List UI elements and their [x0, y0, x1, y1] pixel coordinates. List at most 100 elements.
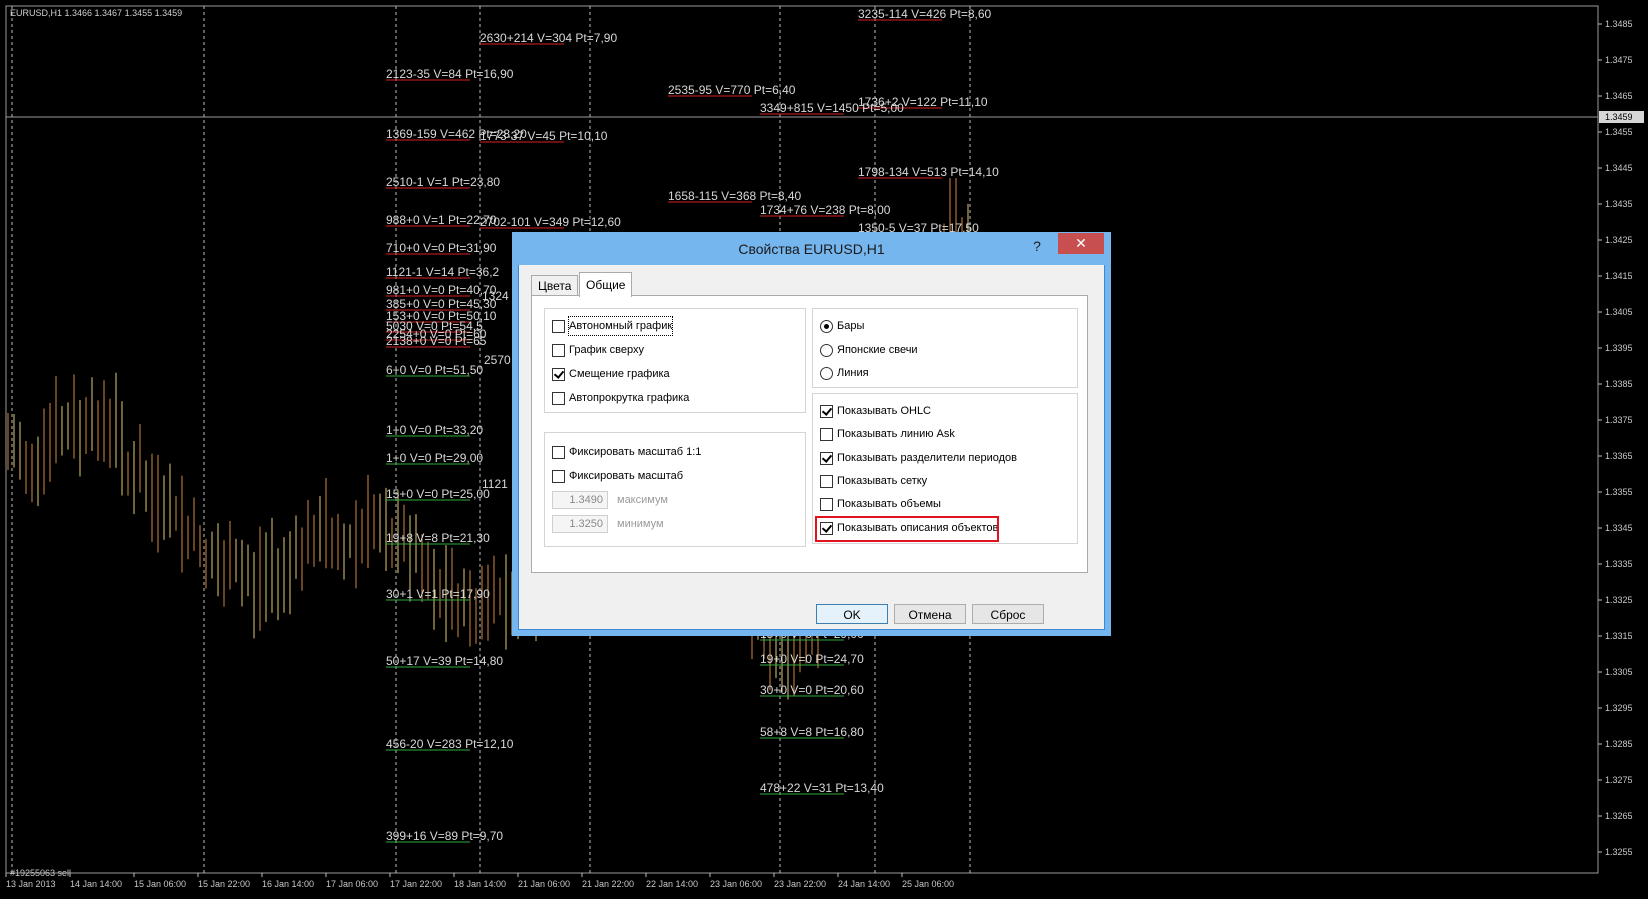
price-tick-label: 1.3295 — [1605, 703, 1633, 713]
sell-annotation-label: 3349+815 V=1450 Pt=5,00 — [760, 101, 904, 115]
autoscroll-checkbox[interactable] — [552, 392, 565, 405]
price-tick-label: 1.3285 — [1605, 739, 1633, 749]
sell-annotation-label: 2535-95 V=770 Pt=6,40 — [668, 83, 796, 97]
show-ohlc-label: Показывать OHLC — [837, 405, 932, 417]
chart-shift-checkbox[interactable] — [552, 368, 565, 381]
time-tick-label: 17 Jan 22:00 — [390, 879, 442, 889]
chart-type-candles-radio[interactable] — [820, 344, 833, 357]
help-icon[interactable]: ? — [1024, 236, 1050, 256]
price-tick-label: 1.3375 — [1605, 415, 1633, 425]
time-tick-label: 25 Jan 06:00 — [902, 879, 954, 889]
buy-annotation-label: 6+0 V=0 Pt=51,50 — [386, 363, 483, 377]
chart-type-bars-radio[interactable] — [820, 320, 833, 333]
time-tick-label: 22 Jan 14:00 — [646, 879, 698, 889]
time-tick-label: 16 Jan 14:00 — [262, 879, 314, 889]
chart-footer-label: #19255063 sell — [10, 868, 71, 878]
sell-annotation-label: 2630+214 V=304 Pt=7,90 — [480, 31, 617, 45]
current-price-label: 1.3459 — [1605, 112, 1633, 122]
time-tick-label: 24 Jan 14:00 — [838, 879, 890, 889]
dialog-title: Свойства EURUSD,H1 — [738, 241, 885, 257]
price-tick-label: 1.3305 — [1605, 667, 1633, 677]
dialog-titlebar[interactable]: Свойства EURUSD,H1 ? ✕ — [513, 233, 1110, 265]
chart-on-top-checkbox[interactable] — [552, 344, 565, 357]
price-tick-label: 1.3445 — [1605, 163, 1633, 173]
show-grid-checkbox[interactable] — [820, 475, 833, 488]
chart-type-group: Бары Японские свечи Линия — [812, 308, 1078, 388]
sell-annotation-label: 1773-37 V=45 Pt=10,10 — [480, 129, 608, 143]
scale-group: Фиксировать масштаб 1:1 Фиксировать масш… — [544, 432, 806, 547]
fix-scale-checkbox[interactable] — [552, 470, 565, 483]
autoscroll-label: Автопрокрутка графика — [569, 392, 690, 404]
scale-min-input[interactable]: 1.3250 — [552, 515, 608, 533]
time-tick-label: 15 Jan 22:00 — [198, 879, 250, 889]
time-tick-label: 21 Jan 06:00 — [518, 879, 570, 889]
sell-annotation-label: 1121-1 V=14 Pt=36,2 — [386, 265, 500, 279]
scale-max-input[interactable]: 1.3490 — [552, 491, 608, 509]
fix-scale-1-1-checkbox[interactable] — [552, 446, 565, 459]
chart-type-line-label: Линия — [837, 367, 869, 379]
tab-general[interactable]: Общие — [579, 272, 633, 297]
buy-annotation-label: 30+0 V=0 Pt=20,60 — [760, 683, 864, 697]
show-volumes-label: Показывать объемы — [837, 498, 941, 510]
dialog-client: Цвета Общие Автономный график График све… — [519, 265, 1104, 629]
tab-colors[interactable]: Цвета — [531, 275, 579, 296]
buy-annotation-label: 1+0 V=0 Pt=33,20 — [386, 423, 483, 437]
show-volumes-checkbox[interactable] — [820, 498, 833, 511]
price-tick-label: 1.3485 — [1605, 19, 1633, 29]
sell-annotation-label: 1798-134 V=513 Pt=14,10 — [858, 165, 999, 179]
fix-scale-1-1-label: Фиксировать масштаб 1:1 — [569, 446, 702, 458]
time-tick-label: 21 Jan 22:00 — [582, 879, 634, 889]
sell-annotation-label: 1734+76 V=238 Pt=8,00 — [760, 203, 891, 217]
chart-type-bars-label: Бары — [837, 320, 865, 332]
price-tick-label: 1.3385 — [1605, 379, 1633, 389]
chart-properties-dialog: Свойства EURUSD,H1 ? ✕ Цвета Общие Автон… — [513, 233, 1110, 630]
sell-annotation-label: 710+0 V=0 Pt=31,90 — [386, 241, 497, 255]
time-tick-label: 23 Jan 22:00 — [774, 879, 826, 889]
price-tick-label: 1.3415 — [1605, 271, 1633, 281]
show-ask-line-label: Показывать линию Ask — [837, 428, 955, 440]
tab-panel-general: Автономный график График сверху Смещение… — [531, 295, 1088, 573]
sell-annotation-label: 2138+0 V=0 Pt=65 — [386, 334, 487, 348]
reset-button[interactable]: Сброс — [972, 604, 1044, 624]
chart-shift-label: Смещение графика — [569, 368, 670, 380]
autonomous-chart-checkbox[interactable] — [552, 320, 565, 333]
highlight-box — [815, 516, 999, 542]
chart-symbol-header: EURUSD,H1 1.3466 1.3467 1.3455 1.3459 — [10, 8, 182, 18]
price-tick-label: 1.3395 — [1605, 343, 1633, 353]
ok-button[interactable]: OK — [816, 604, 888, 624]
show-ohlc-checkbox[interactable] — [820, 405, 833, 418]
sell-annotation-label: 2123-35 V=84 Pt=16,90 — [386, 67, 514, 81]
time-tick-label: 14 Jan 14:00 — [70, 879, 122, 889]
partial-annotation-label: 1324 — [482, 289, 509, 303]
scale-max-label: максимум — [617, 494, 668, 506]
display-options-group: Автономный график График сверху Смещение… — [544, 308, 806, 413]
buy-annotation-label: 50+17 V=39 Pt=14,80 — [386, 654, 503, 668]
price-tick-label: 1.3255 — [1605, 847, 1633, 857]
show-period-separators-checkbox[interactable] — [820, 452, 833, 465]
price-tick-label: 1.3435 — [1605, 199, 1633, 209]
buy-annotation-label: 15+0 V=0 Pt=25,00 — [386, 487, 490, 501]
chart-type-line-radio[interactable] — [820, 367, 833, 380]
buy-annotation-label: 58+8 V=8 Pt=16,80 — [760, 725, 864, 739]
show-options-group: Показывать OHLC Показывать линию Ask Пок… — [812, 393, 1078, 544]
fix-scale-label: Фиксировать масштаб — [569, 470, 684, 482]
show-period-separators-label: Показывать разделители периодов — [837, 452, 1017, 464]
sell-annotation-label: 981+0 V=0 Pt=40,70 — [386, 283, 497, 297]
price-tick-label: 1.3335 — [1605, 559, 1633, 569]
chart-on-top-label: График сверху — [569, 344, 644, 356]
buy-annotation-label: 478+22 V=31 Pt=13,40 — [760, 781, 884, 795]
autonomous-chart-label: Автономный график — [567, 316, 674, 336]
sell-annotation-label: 1658-115 V=368 Pt=8,40 — [668, 189, 802, 203]
scale-min-label: минимум — [617, 518, 664, 530]
partial-annotation-label: 1121 — [482, 477, 508, 491]
buy-annotation-label: 1+0 V=0 Pt=29,00 — [386, 451, 483, 465]
price-tick-label: 1.3345 — [1605, 523, 1633, 533]
price-tick-label: 1.3425 — [1605, 235, 1633, 245]
price-tick-label: 1.3465 — [1605, 91, 1633, 101]
sell-annotation-label: 3235-114 V=426 Pt=8,60 — [858, 7, 992, 21]
time-tick-label: 23 Jan 06:00 — [710, 879, 762, 889]
buy-annotation-label: 19+0 V=0 Pt=24,70 — [760, 652, 864, 666]
show-ask-line-checkbox[interactable] — [820, 428, 833, 441]
close-icon[interactable]: ✕ — [1058, 233, 1104, 254]
cancel-button[interactable]: Отмена — [894, 604, 966, 624]
